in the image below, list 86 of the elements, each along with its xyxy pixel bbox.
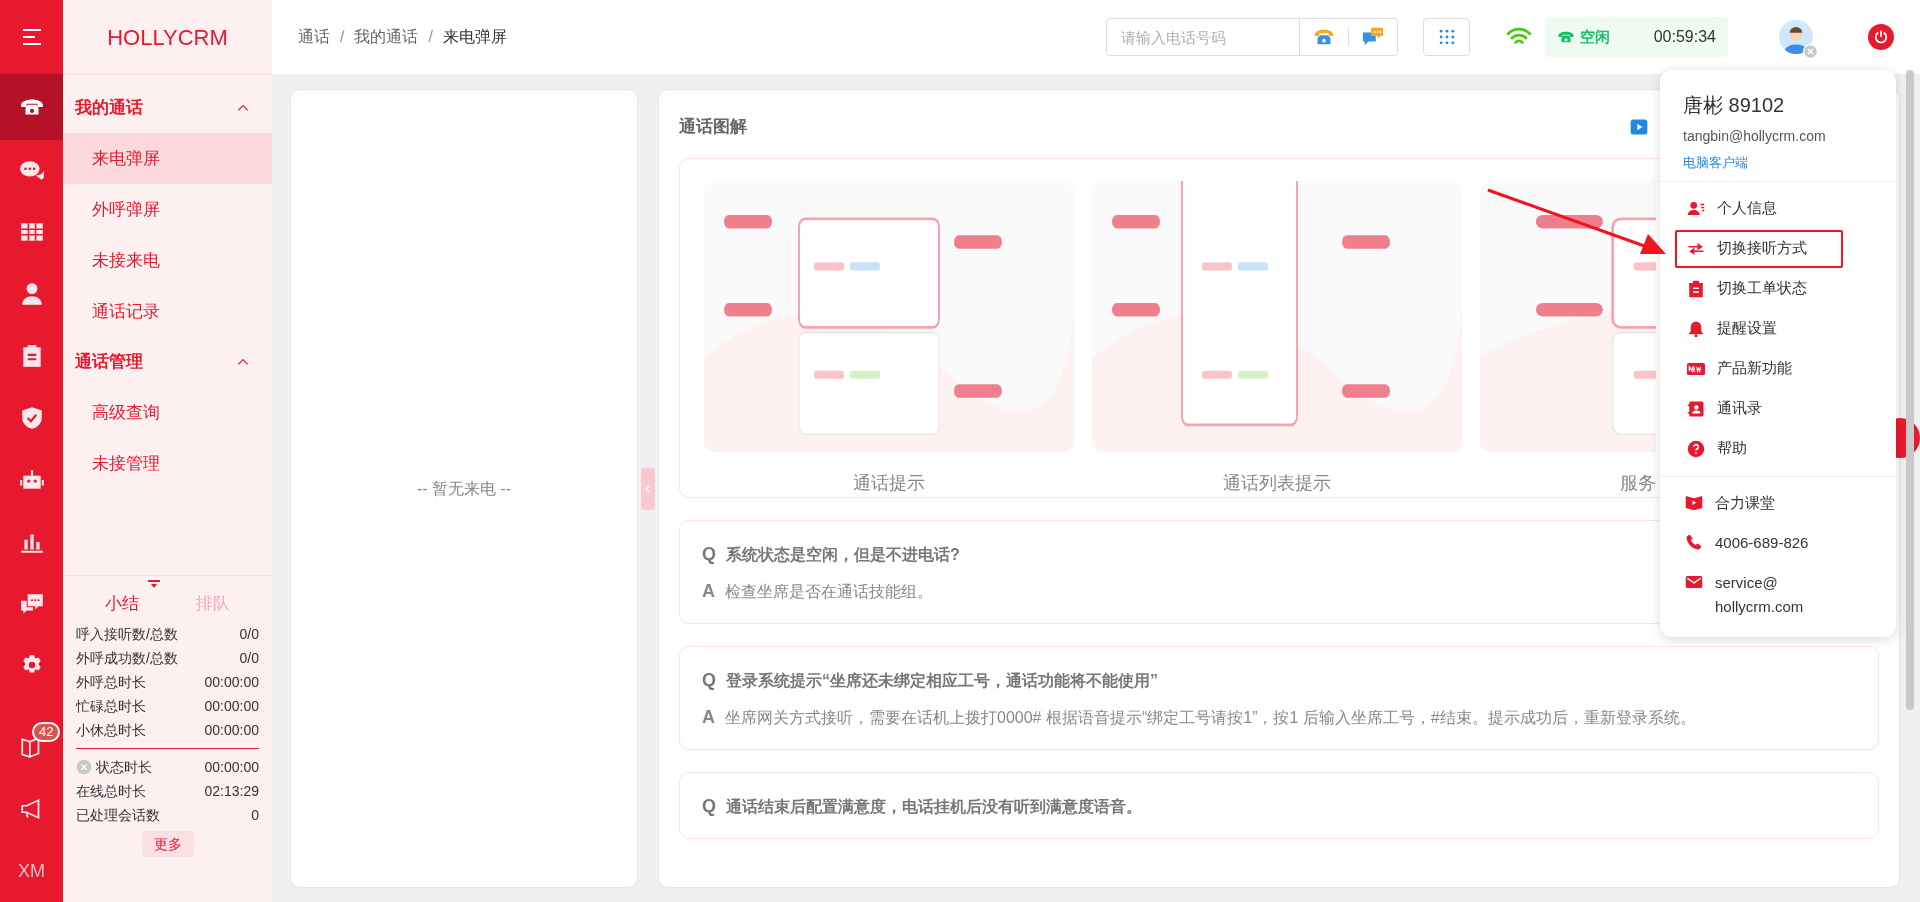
video-play-icon bbox=[1629, 117, 1649, 137]
close-circle-icon bbox=[76, 759, 92, 775]
menu-item[interactable]: 帮助 bbox=[1675, 429, 1843, 468]
scrollbar[interactable] bbox=[1906, 70, 1914, 710]
rail-item[interactable]: 42 bbox=[0, 716, 63, 779]
question-mark-label: Q bbox=[702, 795, 716, 818]
stat-value: 0/0 bbox=[239, 648, 259, 668]
phone-handset-icon bbox=[1685, 532, 1703, 551]
chevron-left-icon bbox=[643, 483, 653, 494]
question-text: 登录系统提示“坐席还未绑定相应工号，通话功能将不能使用” bbox=[726, 670, 1158, 691]
stat-value: 0 bbox=[251, 805, 259, 825]
menu-item[interactable]: 通讯录 bbox=[1675, 389, 1843, 428]
nav-item[interactable]: 未接管理 bbox=[63, 438, 272, 489]
power-icon bbox=[1873, 29, 1889, 45]
tab-indicator-icon bbox=[146, 580, 162, 588]
breadcrumb-separator: / bbox=[428, 27, 433, 47]
stat-value: 00:00:00 bbox=[204, 696, 259, 716]
avatar-icon bbox=[1779, 20, 1813, 54]
menu-item[interactable]: 产品新功能 bbox=[1675, 349, 1843, 388]
group-title: 我的通话 bbox=[75, 97, 143, 120]
breadcrumb-current: 来电弹屏 bbox=[442, 27, 507, 47]
stat-label: 小休总时长 bbox=[76, 720, 146, 740]
breadcrumb-link[interactable]: 通话 bbox=[298, 25, 330, 49]
empty-message: -- 暂无来电 -- bbox=[416, 478, 512, 499]
more-button[interactable]: 更多 bbox=[141, 831, 194, 857]
help-icon bbox=[1687, 439, 1705, 458]
stat-value: 00:00:00 bbox=[204, 720, 259, 740]
power-button[interactable] bbox=[1868, 24, 1894, 50]
brand-logo: HOLLYCRM bbox=[106, 23, 229, 52]
answer-text: 坐席网关方式接听，需要在话机上拨打0000# 根据语音提示“绑定工号请按1”，按1 后输入坐席工号，#结束。提示成功后，重新登录系统。 bbox=[725, 707, 1696, 728]
question-text: 通话结束后配置满意度，电话挂机后没有听到满意度语音。 bbox=[726, 796, 1142, 817]
count-badge: 42 bbox=[32, 722, 61, 743]
stat-label: 外呼成功数/总数 bbox=[76, 648, 178, 668]
collapse-handle[interactable] bbox=[641, 467, 655, 510]
breadcrumb-separator: / bbox=[340, 27, 345, 47]
stat-value: 00:00:00 bbox=[204, 672, 259, 692]
answer-mark-label: A bbox=[702, 580, 715, 603]
nav-group-header[interactable]: 通话管理 bbox=[63, 337, 272, 387]
stat-value: 00:00:00 bbox=[204, 757, 259, 777]
question-text: 系统状态是空闲，但是不进电话? bbox=[726, 544, 960, 565]
phone-number-field[interactable]: 请输入电话号码 bbox=[1106, 18, 1300, 56]
stat-label: 在线总时长 bbox=[76, 781, 146, 801]
client-link[interactable]: 电脑客户端 bbox=[1683, 153, 1873, 173]
stat-label: 忙碌总时长 bbox=[76, 696, 146, 716]
menu-item[interactable]: 个人信息 bbox=[1675, 189, 1843, 228]
menu-item[interactable]: 提醒设置 bbox=[1675, 309, 1843, 348]
rail-item[interactable]: XM bbox=[0, 840, 63, 902]
stat-label: 已处理会话数 bbox=[76, 805, 160, 825]
user-name: 唐彬 89102 bbox=[1683, 93, 1786, 118]
status-timer: 00:59:34 bbox=[1653, 27, 1716, 47]
question-mark-label: Q bbox=[702, 669, 716, 692]
bell-icon bbox=[1687, 319, 1705, 338]
agent-status[interactable]: 空闲 00:59:34 bbox=[1545, 17, 1728, 57]
nav-item[interactable]: 外呼弹屏 bbox=[63, 184, 272, 235]
answer-text: 检查坐席是否在通话技能组。 bbox=[725, 581, 933, 602]
card-caption: 通话列表提示 bbox=[1223, 472, 1331, 495]
status-label: 空闲 bbox=[1580, 26, 1610, 47]
group-title: 通话管理 bbox=[75, 351, 143, 374]
nav-item[interactable]: 来电弹屏 bbox=[63, 133, 272, 184]
user-email: tangbin@hollycrm.com bbox=[1683, 127, 1827, 146]
clipboard-icon bbox=[1687, 279, 1705, 298]
user-icon bbox=[1687, 199, 1705, 218]
contact-text: 4006-689-826 bbox=[1715, 532, 1809, 553]
section-title: 通话图解 bbox=[679, 116, 747, 139]
close-circle-icon bbox=[1803, 44, 1818, 59]
menu-item[interactable]: 切换工单状态 bbox=[1675, 269, 1843, 308]
contact-text: service@ hollycrm.com bbox=[1715, 572, 1804, 617]
keypad-button[interactable] bbox=[1423, 18, 1470, 56]
card-caption: 服务 bbox=[1620, 472, 1656, 495]
nav-item[interactable]: 高级查询 bbox=[63, 387, 272, 438]
card-caption: 通话提示 bbox=[853, 472, 925, 495]
contact-card-icon bbox=[1687, 399, 1705, 418]
stat-value: 02:13:29 bbox=[204, 781, 259, 801]
nav-item[interactable]: 未接来电 bbox=[63, 235, 272, 286]
breadcrumb-link[interactable]: 我的通话 bbox=[354, 25, 419, 49]
question-mark-label: Q bbox=[702, 543, 716, 566]
summary-tab[interactable]: 小结 bbox=[76, 590, 168, 618]
stat-label: 状态时长 bbox=[96, 757, 152, 777]
nav-group-header[interactable]: 我的通话 bbox=[63, 83, 272, 133]
menu-item[interactable]: 切换接听方式 bbox=[1675, 229, 1843, 268]
stat-label: 呼入接听数/总数 bbox=[76, 624, 178, 644]
menu-item[interactable]: 合力课堂 bbox=[1715, 490, 1775, 515]
stat-label: 外呼总时长 bbox=[76, 672, 146, 692]
stat-value: 0/0 bbox=[239, 624, 259, 644]
answer-mark-label: A bbox=[702, 706, 715, 729]
nav-item[interactable]: 通话记录 bbox=[63, 286, 272, 337]
